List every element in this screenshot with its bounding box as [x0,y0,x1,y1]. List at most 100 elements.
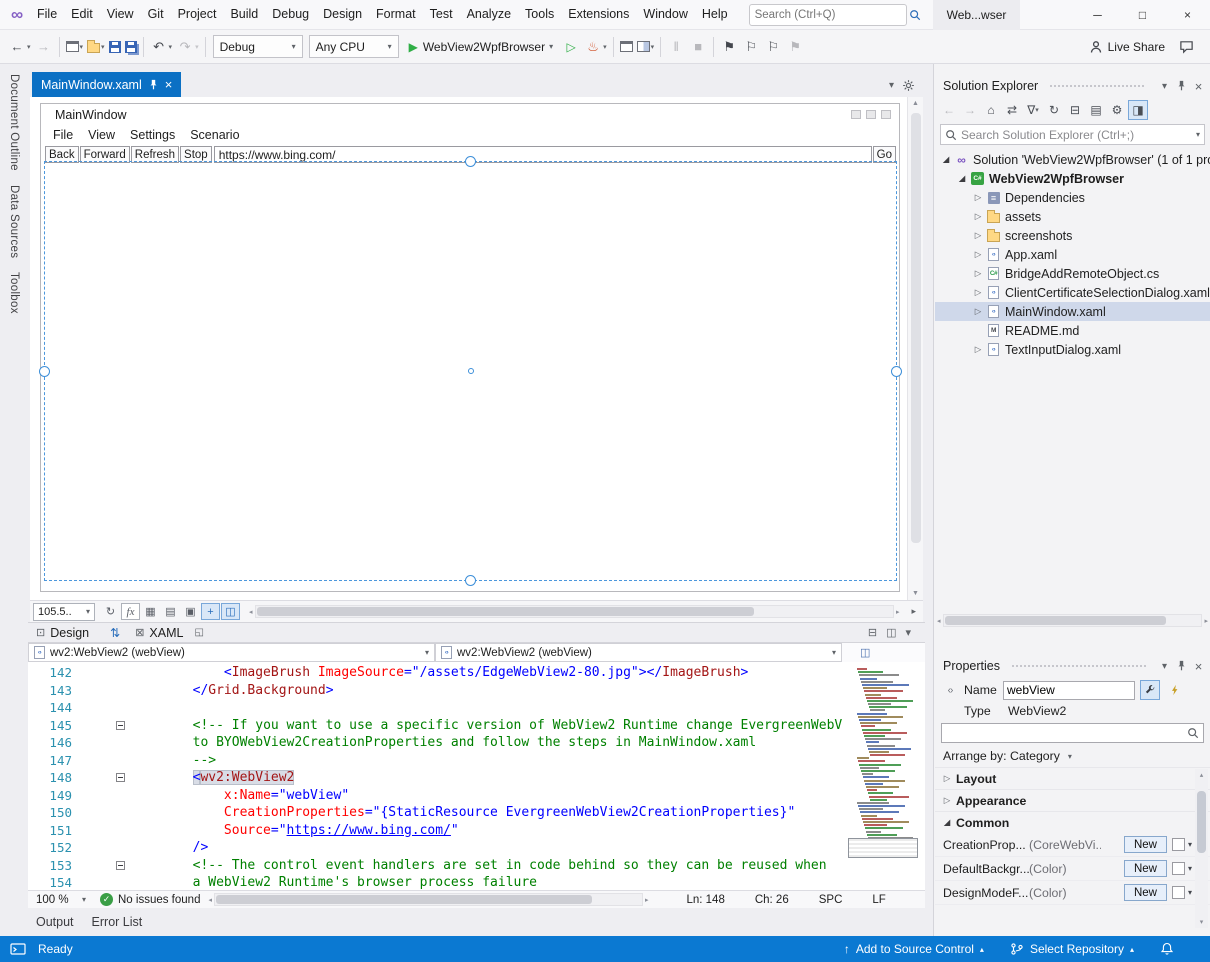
tree-item-app-xaml[interactable]: ▷‹›App.xaml [935,245,1210,264]
properties-search[interactable] [941,723,1204,743]
properties-search-input[interactable] [946,726,1187,741]
menu-design[interactable]: Design [316,0,369,29]
new-value-button[interactable]: New [1124,860,1167,877]
tree-item-textinputdialog-xaml[interactable]: ▷‹›TextInputDialog.xaml [935,340,1210,359]
refresh-designer-icon[interactable]: ↻ [101,603,120,620]
tree-item-assets[interactable]: ▷assets [935,207,1210,226]
menu-test[interactable]: Test [423,0,460,29]
menu-window[interactable]: Window [636,0,694,29]
side-tab-document-outline[interactable]: Document Outline [8,74,20,171]
toggle-bookmark-icon[interactable]: ⚑ [718,34,740,60]
select-repository-button[interactable]: Select Repository ▴ [1010,942,1134,956]
code-line[interactable]: 148 <wv2:WebView2 [28,769,855,787]
tree-chevron-icon[interactable]: ▷ [971,344,985,355]
tab-mainwindow-xaml[interactable]: MainWindow.xaml × [32,72,181,97]
tree-chevron-icon[interactable]: ◢ [939,154,953,165]
pending-changes-filter-icon[interactable]: ∇▾ [1023,100,1043,120]
xaml-tab[interactable]: XAML [149,626,183,640]
undo-icon[interactable]: ↶▾ [148,34,175,60]
tree-item-dependencies[interactable]: ▷≡Dependencies [935,188,1210,207]
close-panel-icon[interactable]: × [1191,659,1206,674]
effects-toggle-icon[interactable]: fx [121,603,140,620]
code-line[interactable]: 150 CreationProperties="{StaticResource … [28,804,855,822]
tree-chevron-icon[interactable]: ▷ [971,249,985,260]
pin-icon[interactable] [149,79,158,91]
tree-item-readme-md[interactable]: MREADME.md [935,321,1210,340]
notifications-bell-icon[interactable] [1160,942,1174,956]
code-line[interactable]: 154 a WebView2 Runtime's browser process… [28,874,855,890]
tree-item-mainwindow-xaml[interactable]: ▷‹›MainWindow.xaml [935,302,1210,321]
menu-format[interactable]: Format [369,0,423,29]
preview-selected-items-icon[interactable]: ◨ [1128,100,1148,120]
tree-chevron-icon[interactable]: ▷ [971,268,985,279]
tree-chevron-icon[interactable]: ▷ [971,306,985,317]
hot-reload-icon[interactable]: ♨▾ [582,34,609,60]
menu-view[interactable]: View [100,0,141,29]
arrange-by-combo[interactable]: Arrange by: Category▾ [935,745,1210,767]
search-options-icon[interactable]: ▾ [1196,130,1200,139]
refresh-icon[interactable]: ↻ [1044,100,1064,120]
panel-drag-grip[interactable] [1011,664,1146,669]
navigate-back-icon[interactable]: ←▾ [6,34,33,60]
live-share-button[interactable]: Live Share [1089,40,1165,54]
section-layout[interactable]: ▷Layout [935,767,1210,789]
pin-icon[interactable] [1177,80,1186,92]
save-all-icon[interactable] [123,34,139,60]
code-line[interactable]: 151 Source="https://www.bing.com/" [28,822,855,840]
webview2-selection[interactable] [44,161,897,581]
window-position-icon[interactable]: ▾ [1157,661,1172,672]
solution-explorer-horizontal-scrollbar[interactable]: ◂▸ [935,613,1210,628]
split-horizontal-icon[interactable]: ⊟ [868,626,877,639]
properties-scrollbar[interactable]: ▴▾ [1195,769,1208,928]
side-tab-data-sources[interactable]: Data Sources [8,185,20,258]
designer-vertical-scrollbar[interactable]: ▲▼ [907,97,923,600]
code-line[interactable]: 145 <!-- If you want to use a specific v… [28,717,855,735]
close-panel-icon[interactable]: × [1191,79,1206,94]
save-icon[interactable] [107,34,123,60]
tree-item-screenshots[interactable]: ▷screenshots [935,226,1210,245]
maximize-button[interactable]: □ [1120,0,1165,30]
window-layout-icon[interactable]: ▾ [635,34,657,60]
close-button[interactable]: × [1165,0,1210,30]
menu-file[interactable]: File [30,0,64,29]
code-line[interactable]: 147 --> [28,752,855,770]
start-without-debugging-icon[interactable]: ▷ [560,34,582,60]
solution-configuration-combo[interactable]: Debug▾ [213,35,303,58]
fold-toggle-icon[interactable] [116,773,125,782]
open-folder-icon[interactable]: ▾ [85,34,107,60]
health-check-icon[interactable]: ✓ [100,893,113,906]
fold-toggle-icon[interactable] [116,721,125,730]
home-icon[interactable]: ⌂ [981,100,1001,120]
properties-wrench-button[interactable] [1140,680,1160,700]
snap-to-guides-icon[interactable]: + [201,603,220,620]
new-project-icon[interactable]: ▾ [64,34,86,60]
solution-search-input[interactable] [961,128,1188,142]
xaml-designer-surface[interactable]: MainWindow FileViewSettingsScenario Back… [30,97,923,600]
zoom-level-combo[interactable]: 105.5..▾ [33,603,95,621]
tree-chevron-icon[interactable]: ◢ [955,173,969,184]
value-dropdown-icon[interactable]: ▾ [1188,840,1192,849]
menu-tools[interactable]: Tools [518,0,561,29]
new-value-button[interactable]: New [1124,836,1167,853]
menu-edit[interactable]: Edit [64,0,100,29]
menu-build[interactable]: Build [223,0,265,29]
pin-icon[interactable] [1177,660,1186,672]
code-line[interactable]: 149 x:Name="webView" [28,787,855,805]
close-tab-icon[interactable]: × [165,78,173,91]
next-bookmark-icon[interactable]: ⚐ [762,34,784,60]
editor-options-gear-icon[interactable] [902,79,915,92]
pop-out-icon[interactable]: ◱ [194,627,203,638]
value-dropdown-icon[interactable]: ▾ [1188,888,1192,897]
breadcrumb-left-combo[interactable]: ‹› wv2:WebView2 (webView)▾ [28,643,435,662]
previous-bookmark-icon[interactable]: ⚐ [740,34,762,60]
events-lightning-button[interactable] [1165,680,1185,700]
split-vertical-icon[interactable]: ◫ [886,626,896,639]
send-feedback-icon[interactable] [1179,39,1194,54]
split-editor-icon[interactable]: ◫ [860,646,870,659]
snap-to-grid-icon[interactable]: ▤ [161,603,180,620]
editor-horizontal-scrollbar[interactable]: ◂▸ [208,893,648,906]
value-swatch[interactable] [1172,862,1185,875]
value-dropdown-icon[interactable]: ▾ [1188,864,1192,873]
tree-chevron-icon[interactable]: ▷ [971,230,985,241]
tree-item-bridgeaddremoteobject-cs[interactable]: ▷C#BridgeAddRemoteObject.cs [935,264,1210,283]
